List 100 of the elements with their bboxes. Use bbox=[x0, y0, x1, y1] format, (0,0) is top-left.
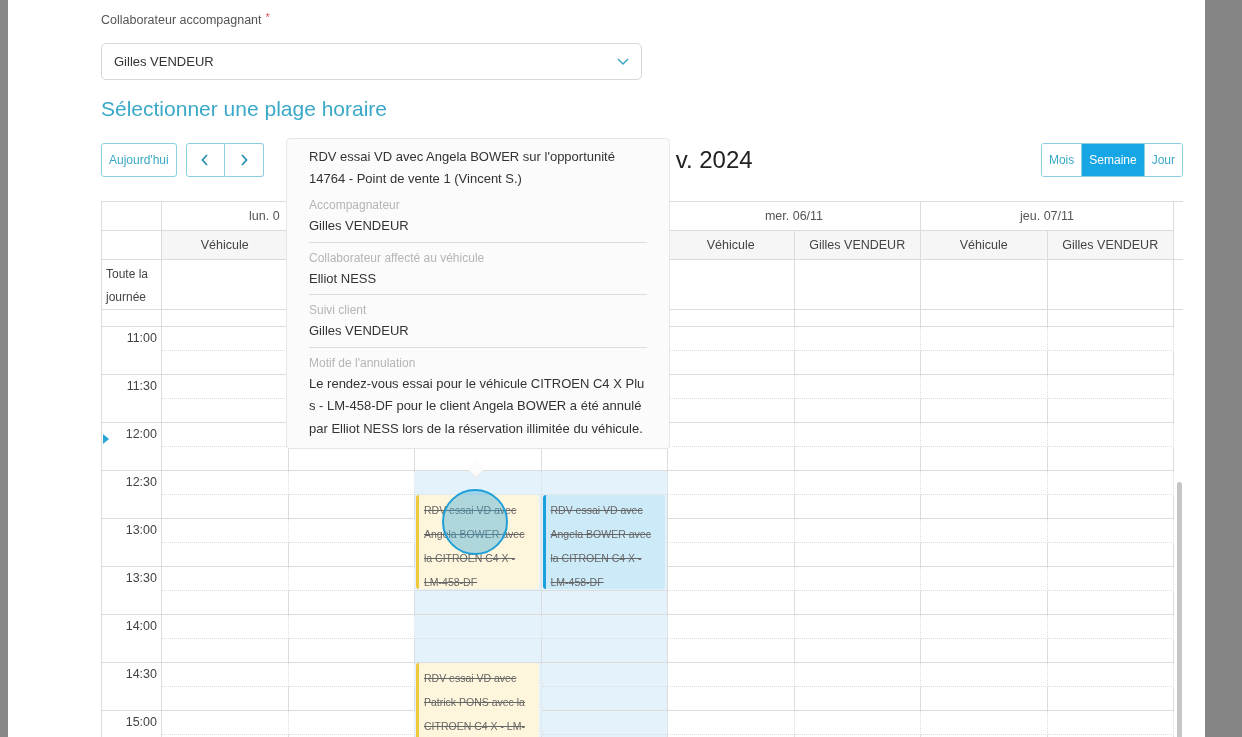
calendar-cell[interactable] bbox=[162, 471, 289, 495]
calendar-cell[interactable] bbox=[162, 495, 289, 519]
calendar-cell[interactable] bbox=[794, 471, 921, 495]
calendar-cell[interactable] bbox=[921, 711, 1048, 735]
calendar-cell[interactable] bbox=[1047, 615, 1174, 639]
calendar-cell[interactable] bbox=[921, 399, 1048, 423]
calendar-cell[interactable] bbox=[921, 260, 1048, 310]
calendar-cell[interactable] bbox=[921, 471, 1048, 495]
calendar-cell[interactable] bbox=[794, 399, 921, 423]
scrollbar[interactable] bbox=[1177, 482, 1182, 737]
calendar-cell[interactable] bbox=[794, 260, 921, 310]
calendar-cell[interactable] bbox=[794, 567, 921, 591]
calendar-cell[interactable] bbox=[921, 519, 1048, 543]
calendar-cell[interactable] bbox=[1047, 567, 1174, 591]
calendar-cell[interactable] bbox=[1047, 639, 1174, 663]
calendar-cell[interactable] bbox=[794, 639, 921, 663]
calendar-cell[interactable] bbox=[1047, 399, 1174, 423]
calendar-cell[interactable] bbox=[1047, 351, 1174, 375]
calendar-cell[interactable] bbox=[668, 543, 795, 567]
calendar-cell[interactable] bbox=[162, 663, 289, 687]
calendar-cell[interactable] bbox=[921, 447, 1048, 471]
calendar-cell[interactable] bbox=[541, 687, 668, 711]
calendar-cell[interactable] bbox=[921, 543, 1048, 567]
calendar-cell[interactable] bbox=[794, 543, 921, 567]
calendar-cell[interactable] bbox=[541, 639, 668, 663]
calendar-cell[interactable] bbox=[162, 711, 289, 735]
calendar-cell[interactable] bbox=[668, 615, 795, 639]
calendar-cell[interactable] bbox=[1047, 327, 1174, 351]
calendar-cell[interactable] bbox=[668, 663, 795, 687]
calendar-cell[interactable] bbox=[794, 495, 921, 519]
calendar-cell[interactable] bbox=[921, 351, 1048, 375]
calendar-cell[interactable] bbox=[921, 495, 1048, 519]
calendar-cell[interactable] bbox=[668, 567, 795, 591]
calendar-cell[interactable] bbox=[794, 447, 921, 471]
chevron-left-icon bbox=[201, 154, 210, 166]
calendar-cell[interactable] bbox=[162, 687, 289, 711]
calendar-cell[interactable] bbox=[1047, 375, 1174, 399]
next-button[interactable] bbox=[224, 143, 264, 177]
calendar-cell[interactable] bbox=[541, 663, 668, 687]
calendar-cell[interactable] bbox=[668, 687, 795, 711]
calendar-cell[interactable] bbox=[1047, 260, 1174, 310]
calendar-cell[interactable] bbox=[921, 663, 1048, 687]
calendar-cell[interactable] bbox=[921, 639, 1048, 663]
calendar-cell[interactable] bbox=[668, 471, 795, 495]
calendar-cell[interactable] bbox=[1047, 519, 1174, 543]
today-button[interactable]: Aujourd'hui bbox=[101, 143, 177, 177]
calendar-cell[interactable] bbox=[794, 327, 921, 351]
calendar-cell[interactable] bbox=[162, 567, 289, 591]
calendar-cell[interactable] bbox=[162, 615, 289, 639]
calendar-cell[interactable] bbox=[1047, 471, 1174, 495]
calendar-cell[interactable] bbox=[541, 711, 668, 735]
calendar-cell[interactable] bbox=[1047, 663, 1174, 687]
calendar-cell[interactable] bbox=[162, 639, 289, 663]
view-tab[interactable]: Semaine bbox=[1081, 144, 1144, 176]
calendar-cell[interactable] bbox=[415, 591, 542, 615]
calendar-cell[interactable] bbox=[794, 591, 921, 615]
calendar-cell[interactable] bbox=[794, 423, 921, 447]
calendar-cell[interactable] bbox=[921, 591, 1048, 615]
calendar-cell[interactable] bbox=[794, 351, 921, 375]
calendar-cell[interactable] bbox=[921, 327, 1048, 351]
collaborator-select[interactable]: Gilles VENDEUR bbox=[101, 43, 642, 80]
calendar-cell[interactable] bbox=[794, 687, 921, 711]
calendar-cell[interactable] bbox=[921, 687, 1048, 711]
previous-button[interactable] bbox=[185, 143, 225, 177]
calendar-cell[interactable] bbox=[668, 591, 795, 615]
time-label: 13:30 bbox=[102, 567, 162, 615]
calendar-cell[interactable] bbox=[1047, 495, 1174, 519]
calendar-cell[interactable] bbox=[1047, 687, 1174, 711]
calendar-cell[interactable] bbox=[668, 495, 795, 519]
calendar-cell[interactable] bbox=[921, 375, 1048, 399]
calendar-cell[interactable] bbox=[794, 615, 921, 639]
calendar-cell[interactable] bbox=[668, 711, 795, 735]
calendar-cell[interactable] bbox=[1047, 543, 1174, 567]
calendar-cell[interactable] bbox=[668, 639, 795, 663]
calendar-cell[interactable] bbox=[794, 519, 921, 543]
calendar-cell[interactable] bbox=[541, 471, 668, 495]
calendar-cell[interactable] bbox=[1047, 447, 1174, 471]
calendar-cell[interactable] bbox=[162, 543, 289, 567]
calendar-cell[interactable] bbox=[415, 615, 542, 639]
calendar-cell[interactable] bbox=[415, 639, 542, 663]
calendar-cell[interactable] bbox=[1047, 423, 1174, 447]
field-value: Le rendez-vous essai pour le véhicule CITROEN C4 X Plus - LM-458-DF pour le client Angela BOWER a été annulé par Elliot NESS lors de la réservation illimitée du véhicule. bbox=[309, 374, 646, 438]
calendar-cell[interactable] bbox=[162, 447, 289, 471]
calendar-cell[interactable] bbox=[541, 615, 668, 639]
view-tab[interactable]: Jour bbox=[1143, 144, 1182, 176]
calendar-cell[interactable] bbox=[794, 711, 921, 735]
calendar-cell[interactable] bbox=[921, 615, 1048, 639]
calendar-cell[interactable] bbox=[162, 591, 289, 615]
calendar-cell[interactable] bbox=[794, 663, 921, 687]
calendar-cell[interactable] bbox=[162, 519, 289, 543]
calendar-cell[interactable] bbox=[921, 423, 1048, 447]
calendar-cell[interactable] bbox=[794, 375, 921, 399]
calendar-cell[interactable] bbox=[668, 519, 795, 543]
calendar-cell[interactable] bbox=[541, 591, 668, 615]
calendar-cell[interactable] bbox=[1047, 591, 1174, 615]
calendar-cell[interactable] bbox=[415, 471, 542, 495]
calendar-cell[interactable] bbox=[1047, 711, 1174, 735]
calendar-cell[interactable] bbox=[921, 567, 1048, 591]
resource-header: Véhicule bbox=[921, 231, 1048, 260]
calendar-cell[interactable] bbox=[668, 447, 795, 471]
